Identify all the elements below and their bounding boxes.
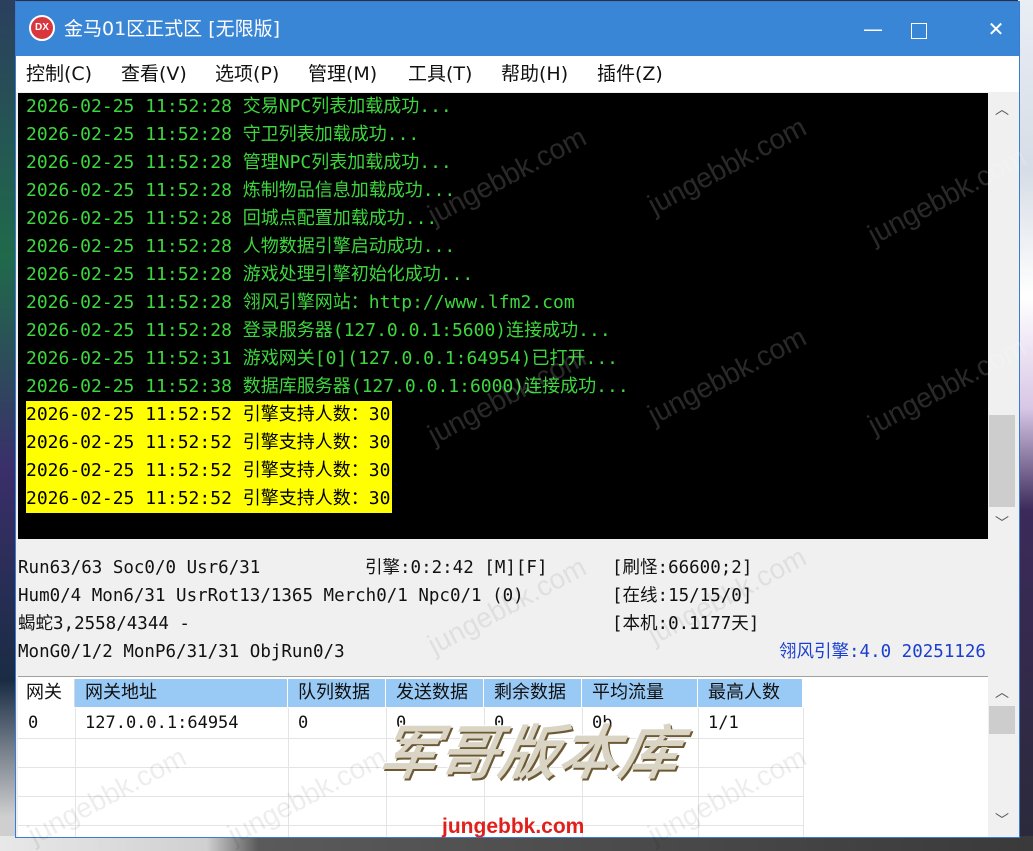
engine-version: 翎风引擎:4.0 20251126 xyxy=(779,642,986,662)
log-timestamp: 2026-02-25 11:52:31 xyxy=(26,348,232,369)
desktop-background-left xyxy=(0,0,16,851)
log-line: 2026-02-25 11:52:52 引擎支持人数：30 xyxy=(26,485,393,513)
log-timestamp: 2026-02-25 11:52:28 xyxy=(26,96,232,117)
col-header-max-users[interactable]: 最高人数 xyxy=(698,679,803,707)
log-line: 2026-02-25 11:52:28 游戏处理引擎初始化成功... xyxy=(26,261,473,289)
status-panel: Run63/63 Soc0/0 Usr6/31 引擎:0:2:42 [M][F]… xyxy=(16,542,1019,670)
log-timestamp: 2026-02-25 11:52:28 xyxy=(26,152,232,173)
status-local: [本机:0.1177天] xyxy=(612,614,760,634)
log-message: 交易NPC列表加载成功... xyxy=(242,96,452,117)
cell-queue: 0 xyxy=(298,713,309,733)
watermark-logo: 军哥版本库 xyxy=(374,719,687,787)
log-message: 登录服务器(127.0.0.1:5600)连接成功... xyxy=(242,320,611,341)
log-message: 游戏网关[0](127.0.0.1:64954)已打开... xyxy=(242,348,618,369)
scroll-thumb[interactable] xyxy=(989,706,1015,734)
log-timestamp: 2026-02-25 11:52:28 xyxy=(26,180,232,201)
menu-bar: 控制(C) 查看(V) 选项(P) 管理(M) 工具(T) 帮助(H) 插件(Z… xyxy=(16,56,1019,92)
maximize-icon xyxy=(911,22,927,39)
log-line: 2026-02-25 11:52:28 交易NPC列表加载成功... xyxy=(26,93,452,121)
menu-plugins[interactable]: 插件(Z) xyxy=(597,61,663,87)
menu-control[interactable]: 控制(C) xyxy=(26,61,92,87)
log-timestamp: 2026-02-25 11:52:52 xyxy=(26,460,232,481)
log-timestamp: 2026-02-25 11:52:52 xyxy=(26,432,232,453)
log-timestamp: 2026-02-25 11:52:52 xyxy=(26,404,232,425)
status-refresh: [刷怪:66600;2] xyxy=(612,558,753,578)
log-timestamp: 2026-02-25 11:52:28 xyxy=(26,292,232,313)
console-scrollbar[interactable]: ︿ ﹀ xyxy=(988,93,1016,539)
status-mon-line: MonG0/1/2 MonP6/31/31 ObjRun0/3 xyxy=(18,642,345,662)
scroll-down-icon[interactable]: ﹀ xyxy=(988,810,1016,830)
scroll-up-icon[interactable]: ︿ xyxy=(988,682,1016,702)
title-bar[interactable]: DX 金马01区正式区 [无限版] — ✕ xyxy=(16,2,1019,56)
log-line: 2026-02-25 11:52:31 游戏网关[0](127.0.0.1:64… xyxy=(26,345,618,373)
menu-manage[interactable]: 管理(M) xyxy=(308,61,377,87)
grid-line xyxy=(803,708,804,837)
scroll-down-icon[interactable]: ﹀ xyxy=(988,513,1016,533)
status-hum: Hum0/4 Mon6/31 UsrRot13/1365 Merch0/1 Np… xyxy=(18,586,524,606)
log-timestamp: 2026-02-25 11:52:38 xyxy=(26,376,232,397)
log-line: 2026-02-25 11:52:28 回城点配置加载成功... xyxy=(26,205,437,233)
log-message: 守卫列表加载成功... xyxy=(242,124,420,145)
col-header-avg-flow[interactable]: 平均流量 xyxy=(582,679,698,707)
col-header-address[interactable]: 网关地址 xyxy=(75,679,288,707)
log-timestamp: 2026-02-25 11:52:28 xyxy=(26,208,232,229)
cell-gateway: 0 xyxy=(28,713,39,733)
log-message: 引擎支持人数：30 xyxy=(242,488,391,509)
status-online: [在线:15/15/0] xyxy=(612,586,753,606)
log-message: 数据库服务器(127.0.0.1:6000)连接成功... xyxy=(242,376,629,397)
desktop-background-right xyxy=(1018,0,1033,851)
log-timestamp: 2026-02-25 11:52:28 xyxy=(26,320,232,341)
log-message: 引擎支持人数：30 xyxy=(242,404,391,425)
log-message: 管理NPC列表加载成功... xyxy=(242,152,452,173)
log-line: 2026-02-25 11:52:28 人物数据引擎启动成功... xyxy=(26,233,455,261)
col-header-queue[interactable]: 队列数据 xyxy=(288,679,386,707)
menu-tools[interactable]: 工具(T) xyxy=(408,61,472,87)
status-run: Run63/63 Soc0/0 Usr6/31 xyxy=(18,558,261,578)
log-message: 炼制物品信息加载成功... xyxy=(242,180,456,201)
window-title: 金马01区正式区 [无限版] xyxy=(64,18,281,40)
app-icon: DX xyxy=(29,15,55,41)
log-message: 引擎支持人数：30 xyxy=(242,432,391,453)
log-line: 2026-02-25 11:52:52 引擎支持人数：30 xyxy=(26,401,393,429)
scroll-thumb[interactable] xyxy=(989,415,1015,507)
log-message: 游戏处理引擎初始化成功... xyxy=(242,264,474,285)
status-engine-time: 引擎:0:2:42 [M][F] xyxy=(365,558,548,578)
scroll-up-icon[interactable]: ︿ xyxy=(988,99,1016,119)
watermark-url: jungebbk.com xyxy=(442,815,585,838)
log-timestamp: 2026-02-25 11:52:28 xyxy=(26,124,232,145)
maximize-button[interactable] xyxy=(896,2,942,56)
table-scrollbar[interactable]: ︿ ﹀ xyxy=(988,676,1016,836)
status-monster: 蝎蛇3,2558/4344 - xyxy=(18,614,190,634)
log-line: 2026-02-25 11:52:28 炼制物品信息加载成功... xyxy=(26,177,455,205)
grid-line xyxy=(18,825,803,826)
log-line: 2026-02-25 11:52:28 登录服务器(127.0.0.1:5600… xyxy=(26,317,611,345)
log-line: 2026-02-25 11:52:52 引擎支持人数：30 xyxy=(26,457,393,485)
menu-view[interactable]: 查看(V) xyxy=(121,61,187,87)
col-header-sent[interactable]: 发送数据 xyxy=(386,679,484,707)
log-message: 人物数据引擎启动成功... xyxy=(242,236,456,257)
menu-options[interactable]: 选项(P) xyxy=(215,61,279,87)
log-message: 翎风引擎网站：http://www.lfm2.com xyxy=(242,292,575,313)
log-line: 2026-02-25 11:52:28 守卫列表加载成功... xyxy=(26,121,419,149)
log-timestamp: 2026-02-25 11:52:52 xyxy=(26,488,232,509)
minimize-button[interactable]: — xyxy=(850,2,896,56)
col-header-gateway[interactable]: 网关 xyxy=(18,679,75,707)
col-header-remaining[interactable]: 剩余数据 xyxy=(484,679,582,707)
log-console[interactable]: 2026-02-25 11:52:28 交易NPC列表加载成功... 2026-0… xyxy=(18,93,988,539)
log-message: 引擎支持人数：30 xyxy=(242,460,391,481)
log-line: 2026-02-25 11:52:38 数据库服务器(127.0.0.1:600… xyxy=(26,373,629,401)
menu-help[interactable]: 帮助(H) xyxy=(501,61,568,87)
cell-address: 127.0.0.1:64954 xyxy=(85,713,239,733)
log-line: 2026-02-25 11:52:28 翎风引擎网站：http://www.lf… xyxy=(26,289,575,317)
cell-max-users: 1/1 xyxy=(708,713,739,733)
log-message: 回城点配置加载成功... xyxy=(242,208,438,229)
log-timestamp: 2026-02-25 11:52:28 xyxy=(26,236,232,257)
log-timestamp: 2026-02-25 11:52:28 xyxy=(26,264,232,285)
close-button[interactable]: ✕ xyxy=(973,2,1019,56)
log-line: 2026-02-25 11:52:28 管理NPC列表加载成功... xyxy=(26,149,452,177)
log-line: 2026-02-25 11:52:52 引擎支持人数：30 xyxy=(26,429,393,457)
